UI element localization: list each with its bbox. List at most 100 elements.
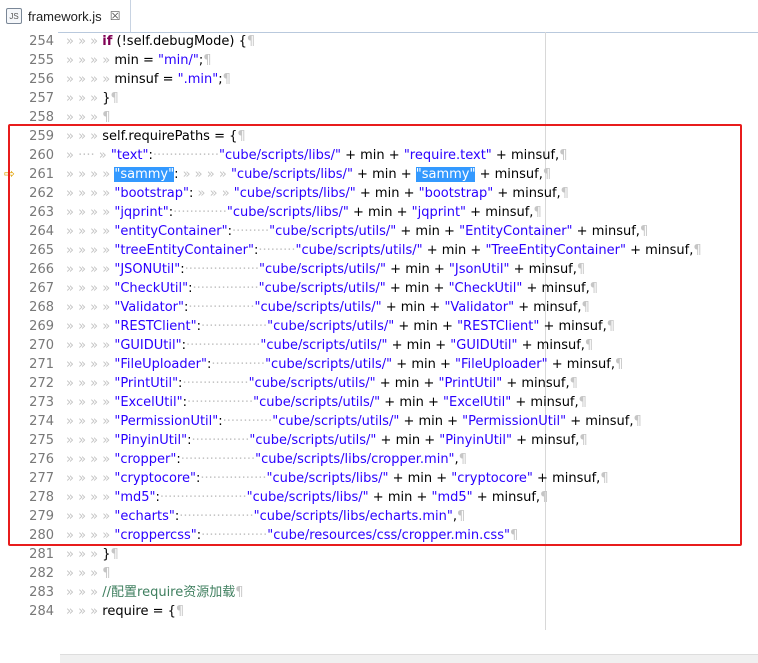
- code-token: ¶: [693, 243, 702, 258]
- code-text: » » » require = {¶: [66, 602, 184, 621]
- code-line[interactable]: 276 » » » » "cropper":··················"…: [0, 450, 758, 469]
- code-line[interactable]: 268 » » » » "Validator":················"…: [0, 298, 758, 317]
- code-line[interactable]: 263 » » » » "jqprint":·············"cube/…: [0, 203, 758, 222]
- code-line[interactable]: 278 » » » » "md5":·····················"c…: [0, 488, 758, 507]
- code-token: + minsuf,: [493, 186, 561, 201]
- code-text: » » » » "md5":·····················"cube…: [66, 488, 548, 507]
- code-text: » » » //配置require资源加载¶: [66, 583, 244, 602]
- line-number: 265: [29, 243, 54, 258]
- code-line[interactable]: 281 » » » }¶: [0, 545, 758, 564]
- code-token: + minsuf,: [502, 376, 570, 391]
- code-token: "RESTClient": [114, 319, 197, 334]
- line-number: 272: [29, 376, 54, 391]
- code-token: ··················: [185, 338, 261, 353]
- code-token: "PrintUtil": [438, 376, 503, 391]
- code-line[interactable]: 277 » » » » "cryptocore":················…: [0, 469, 758, 488]
- code-text: » » » » "bootstrap": » » » "cube/scripts…: [66, 184, 569, 203]
- code-line[interactable]: 272 » » » » "PrintUtil":················"…: [0, 374, 758, 393]
- code-token: ¶: [584, 338, 594, 353]
- code-token: + min +: [381, 300, 445, 315]
- code-line[interactable]: 262 » » » » "bootstrap": » » » "cube/scri…: [0, 184, 758, 203]
- code-line[interactable]: 260 » ···· » "text":················"cube…: [0, 146, 758, 165]
- code-token: + min +: [348, 205, 412, 220]
- code-line[interactable]: 259 » » » self.requirePaths = {¶: [0, 127, 758, 146]
- code-line[interactable]: 256 » » » » minsuf = ".min";¶: [0, 70, 758, 89]
- code-text: » » » » "entityContainer":·········"cube…: [66, 222, 648, 241]
- code-text: » » » » "CheckUtil":················"cub…: [66, 279, 598, 298]
- code-editor[interactable]: 254» » » if (!self.debugMode) {¶ 255» » »…: [0, 32, 758, 663]
- code-token: ················: [200, 471, 267, 486]
- code-token: ¶: [576, 262, 586, 277]
- line-number: 276: [29, 452, 54, 467]
- code-token: ¶: [540, 490, 549, 505]
- code-line[interactable]: 283 » » » //配置require资源加载¶: [0, 583, 758, 602]
- code-line[interactable]: 267 » » » » "CheckUtil":················"…: [0, 279, 758, 298]
- code-token: "jqprint": [114, 205, 169, 220]
- code-token: "Validator": [114, 300, 184, 315]
- code-token: "cube/scripts/utils/": [254, 300, 382, 315]
- code-line[interactable]: 270 » » » » "GUIDUtil":··················…: [0, 336, 758, 355]
- code-token: ¶: [235, 585, 244, 600]
- line-number: 256: [29, 72, 54, 87]
- code-token: "PinyinUtil": [439, 433, 513, 448]
- line-number: 268: [29, 300, 54, 315]
- code-token: » » »: [66, 547, 103, 562]
- code-token: ··················: [180, 452, 256, 467]
- line-number: 280: [29, 528, 54, 543]
- code-token: "cube/scripts/utils/": [249, 433, 377, 448]
- code-token: "cube/scripts/libs/": [230, 167, 353, 182]
- code-line[interactable]: 255 » » » » min = "min/";¶: [0, 51, 758, 70]
- code-token: ················: [201, 528, 268, 543]
- code-line[interactable]: 273 » » » » "ExcelUtil":················"…: [0, 393, 758, 412]
- code-line[interactable]: 265 » » » » "treeEntityContainer":·······…: [0, 241, 758, 260]
- code-token: }: [102, 91, 111, 106]
- code-token: » » »: [66, 91, 103, 106]
- line-number: 266: [29, 262, 54, 277]
- code-token: "md5": [114, 490, 156, 505]
- code-token: "cropper": [114, 452, 177, 467]
- code-token: » » » »: [66, 72, 115, 87]
- code-line[interactable]: 264 » » » » "entityContainer":·········"c…: [0, 222, 758, 241]
- code-line[interactable]: 275 » » » » "PinyinUtil":··············"c…: [0, 431, 758, 450]
- code-token: » » » »: [66, 471, 115, 486]
- code-line[interactable]: 274 » » » » "PermissionUtil":············…: [0, 412, 758, 431]
- code-line[interactable]: 284 » » » require = {¶: [0, 602, 758, 621]
- code-line[interactable]: 257 » » » }¶: [0, 89, 758, 108]
- code-token: » » »: [66, 129, 103, 144]
- code-token: + minsuf,: [512, 433, 580, 448]
- code-token: "CheckUtil": [448, 281, 523, 296]
- code-line[interactable]: 279 » » » » "echarts":··················"…: [0, 507, 758, 526]
- code-line[interactable]: 258 » » » ¶: [0, 108, 758, 127]
- code-token: ¶: [237, 129, 246, 144]
- close-tab-icon[interactable]: ☒: [110, 9, 121, 23]
- code-token: "cube/scripts/libs/": [266, 471, 389, 486]
- search-highlight: "sammy": [415, 167, 476, 182]
- code-token: ··················: [179, 509, 254, 524]
- code-token: ¶: [110, 91, 119, 106]
- code-line[interactable]: 254 » » » if (!self.debugMode) {¶: [0, 32, 758, 51]
- code-line[interactable]: 282 » » » ¶: [0, 564, 758, 583]
- search-highlight: "sammy": [114, 167, 175, 182]
- code-token: require = {: [102, 604, 176, 619]
- code-token: + min +: [392, 357, 455, 372]
- code-token: "cryptocore": [451, 471, 533, 486]
- code-token: ¶: [533, 205, 542, 220]
- line-number: 277: [29, 471, 54, 486]
- line-number: 264: [29, 224, 54, 239]
- code-token: » » »: [66, 566, 103, 581]
- code-token: "GUIDUtil": [450, 338, 518, 353]
- code-line[interactable]: 266 » » » » "JSONUtil":··················…: [0, 260, 758, 279]
- code-token: "echarts": [114, 509, 175, 524]
- code-line[interactable]: 271 » » » » "FileUploader":·············"…: [0, 355, 758, 374]
- horizontal-scrollbar[interactable]: [60, 654, 758, 663]
- tab-framework-js[interactable]: JS framework.js ☒: [0, 0, 132, 32]
- code-line[interactable]: 280 » » » » "croppercss":················…: [0, 526, 758, 545]
- code-token: ················: [186, 395, 254, 410]
- line-number: 269: [29, 319, 54, 334]
- line-number: 259: [29, 129, 54, 144]
- code-token: » » » »: [66, 300, 115, 315]
- code-line[interactable]: ⇨ 261 » » » » "sammy": » » » » "cube/scrip…: [0, 165, 758, 184]
- line-number: 273: [29, 395, 54, 410]
- code-line[interactable]: 269 » » » » "RESTClient":················…: [0, 317, 758, 336]
- code-token: » » » »: [66, 357, 115, 372]
